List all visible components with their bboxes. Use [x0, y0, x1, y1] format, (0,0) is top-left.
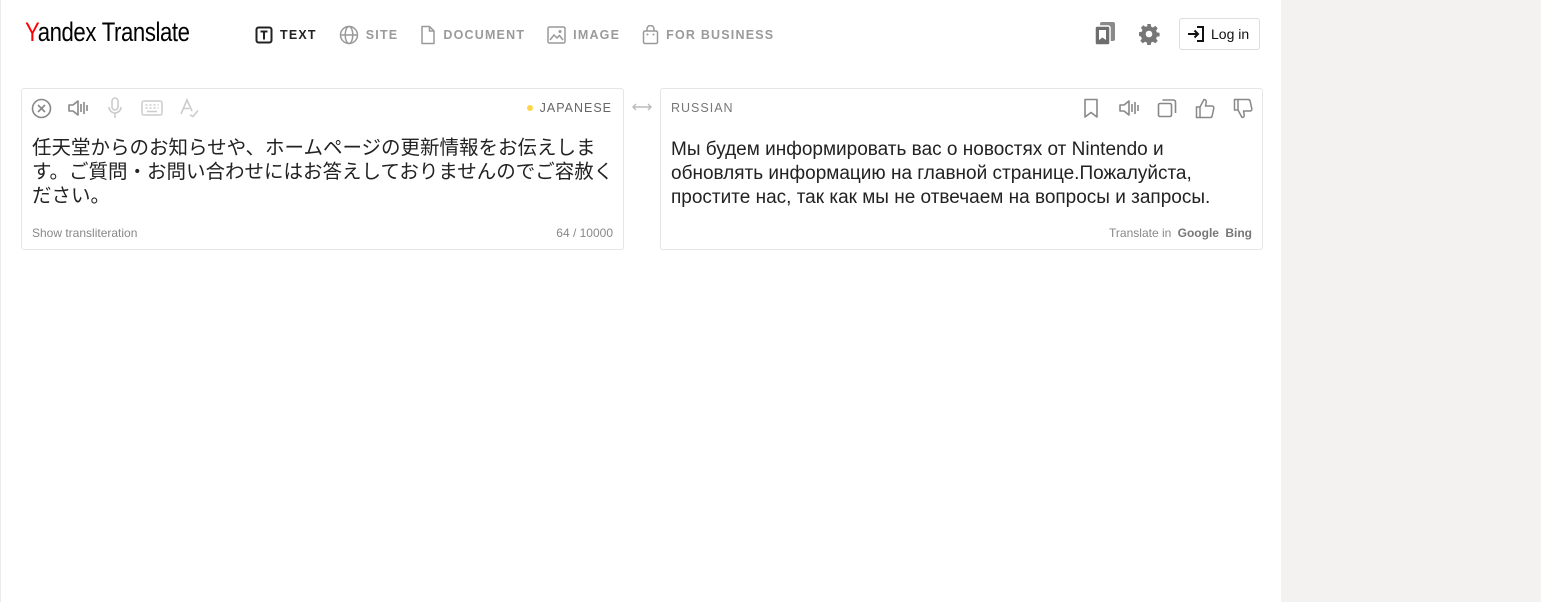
gear-icon: [1139, 24, 1160, 45]
logo-word-translate: Translate: [101, 17, 190, 47]
speaker-icon: [1119, 100, 1139, 116]
logo-letter-y: Y: [25, 17, 38, 47]
microphone-icon: [108, 97, 122, 118]
character-counter: 64 / 10000: [556, 226, 613, 240]
mode-nav: TEXT SITE DOCUMENT IMAGE FOR BUSINESS: [255, 24, 796, 46]
target-language-selector[interactable]: RUSSIAN: [671, 101, 734, 115]
target-language-label: RUSSIAN: [671, 101, 734, 115]
nav-image[interactable]: IMAGE: [547, 26, 620, 44]
swap-arrows-icon: [632, 103, 652, 111]
translate-in-links: Translate in Google Bing: [1109, 226, 1252, 240]
target-toolbar: [1064, 97, 1254, 119]
login-icon: [1188, 26, 1204, 42]
bing-translate-link[interactable]: Bing: [1225, 226, 1252, 240]
source-textarea[interactable]: 任天堂からのお知らせや、ホームページの更新情報をお伝えします。ご質問・お問い合わ…: [32, 136, 617, 208]
globe-icon: [339, 25, 358, 45]
yandex-translate-logo[interactable]: Yandex Translate: [25, 17, 190, 48]
source-language-selector[interactable]: JAPANESE: [526, 101, 612, 115]
document-icon: [421, 25, 436, 45]
header-actions: Log in: [1091, 18, 1261, 50]
spellcheck-icon: [180, 98, 199, 118]
nav-text[interactable]: TEXT: [255, 26, 317, 44]
bookmark-icon: [1084, 98, 1098, 118]
nav-document[interactable]: DOCUMENT: [420, 25, 525, 45]
target-panel: RUSSIAN Мы будем информировать вас о нов…: [660, 88, 1263, 250]
translation-output: Мы будем информировать вас о новостях от…: [671, 139, 1211, 208]
thumbs-up-button[interactable]: [1194, 97, 1216, 119]
thumbs-down-button[interactable]: [1232, 97, 1254, 119]
collections-button[interactable]: [1091, 20, 1119, 48]
close-circle-icon: [31, 98, 51, 118]
thumbs-down-icon: [1233, 98, 1253, 118]
thumbs-up-icon: [1195, 98, 1215, 118]
settings-button[interactable]: [1135, 20, 1163, 48]
copy-button[interactable]: [1156, 97, 1178, 119]
source-toolbar: [30, 97, 215, 119]
google-translate-link[interactable]: Google: [1178, 226, 1219, 240]
swap-languages-button[interactable]: [631, 98, 653, 116]
listen-source-button[interactable]: [67, 97, 89, 119]
show-transliteration-link[interactable]: Show transliteration: [32, 226, 137, 240]
collections-icon: [1094, 22, 1115, 46]
speaker-icon: [68, 100, 88, 116]
nav-site[interactable]: SITE: [339, 25, 399, 45]
main-page: Yandex Translate TEXT SITE DOCUMENT IMAG…: [0, 0, 1281, 602]
login-label: Log in: [1211, 26, 1250, 42]
login-button[interactable]: Log in: [1179, 18, 1261, 50]
bookmark-button[interactable]: [1080, 97, 1102, 119]
briefcase-icon: [642, 25, 659, 45]
source-panel: JAPANESE 任天堂からのお知らせや、ホームページの更新情報をお伝えします。…: [21, 88, 624, 250]
nav-image-label: IMAGE: [573, 28, 621, 42]
copy-icon: [1157, 99, 1177, 118]
nav-text-label: TEXT: [280, 28, 317, 42]
voice-input-button[interactable]: [104, 97, 126, 119]
nav-site-label: SITE: [365, 28, 399, 42]
translate-in-label: Translate in: [1109, 226, 1172, 240]
text-icon: [255, 26, 273, 44]
listen-translation-button[interactable]: [1118, 97, 1140, 119]
nav-document-label: DOCUMENT: [443, 28, 526, 42]
nav-for-business-label: FOR BUSINESS: [666, 28, 775, 42]
nav-for-business[interactable]: FOR BUSINESS: [642, 25, 774, 45]
virtual-keyboard-button[interactable]: [141, 97, 163, 119]
logo-word-yandex: andex: [37, 17, 97, 47]
detected-language-dot: [526, 105, 533, 111]
source-language-label: JAPANESE: [539, 101, 612, 115]
spellcheck-button[interactable]: [178, 97, 200, 119]
image-icon: [547, 26, 566, 44]
keyboard-icon: [141, 100, 163, 116]
clear-button[interactable]: [30, 97, 52, 119]
right-gutter: [1281, 0, 1541, 602]
